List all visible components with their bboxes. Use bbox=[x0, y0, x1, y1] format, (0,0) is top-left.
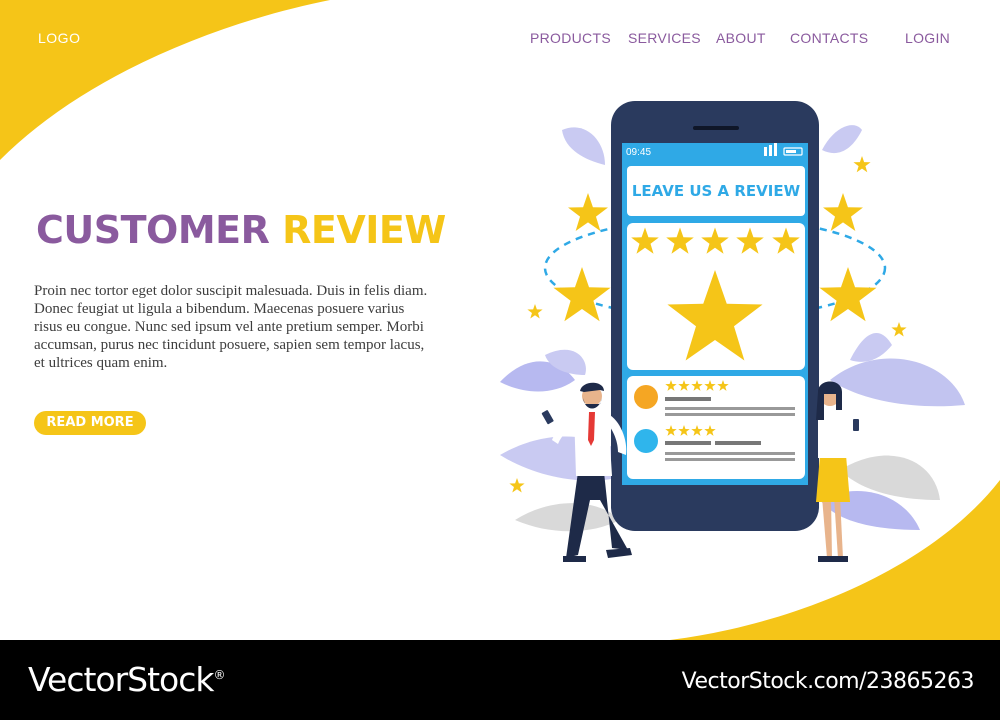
top-left-yellow-wave bbox=[0, 0, 330, 160]
vectorstock-brand: VectorStock® bbox=[28, 660, 226, 699]
registered-mark: ® bbox=[213, 668, 226, 682]
brand-name: VectorStock bbox=[28, 660, 214, 699]
hero-title-part2: REVIEW bbox=[282, 208, 446, 252]
nav-contacts[interactable]: CONTACTS bbox=[790, 30, 868, 46]
hero-title: CUSTOMER REVIEW bbox=[36, 208, 446, 252]
read-more-button[interactable]: READ MORE bbox=[34, 411, 146, 435]
avatar bbox=[634, 385, 658, 409]
hero-description: Proin nec tortor eget dolor suscipit mal… bbox=[34, 283, 428, 371]
logo[interactable]: LOGO bbox=[38, 30, 80, 46]
landing-page: LOGO PRODUCTS SERVICES ABOUT CONTACTS LO… bbox=[0, 0, 1000, 640]
hero-title-part1: CUSTOMER bbox=[36, 208, 270, 252]
avatar bbox=[634, 429, 658, 453]
phone-review-heading: LEAVE US A REVIEW bbox=[631, 182, 801, 200]
nav-about[interactable]: ABOUT bbox=[716, 30, 766, 46]
image-id-url: VectorStock.com/23865263 bbox=[681, 669, 975, 694]
nav-products[interactable]: PRODUCTS bbox=[530, 30, 611, 46]
phone-status-time: 09:45 bbox=[626, 147, 652, 158]
nav-services[interactable]: SERVICES bbox=[628, 30, 701, 46]
review-illustration bbox=[500, 101, 965, 562]
nav-login[interactable]: LOGIN bbox=[905, 30, 950, 46]
